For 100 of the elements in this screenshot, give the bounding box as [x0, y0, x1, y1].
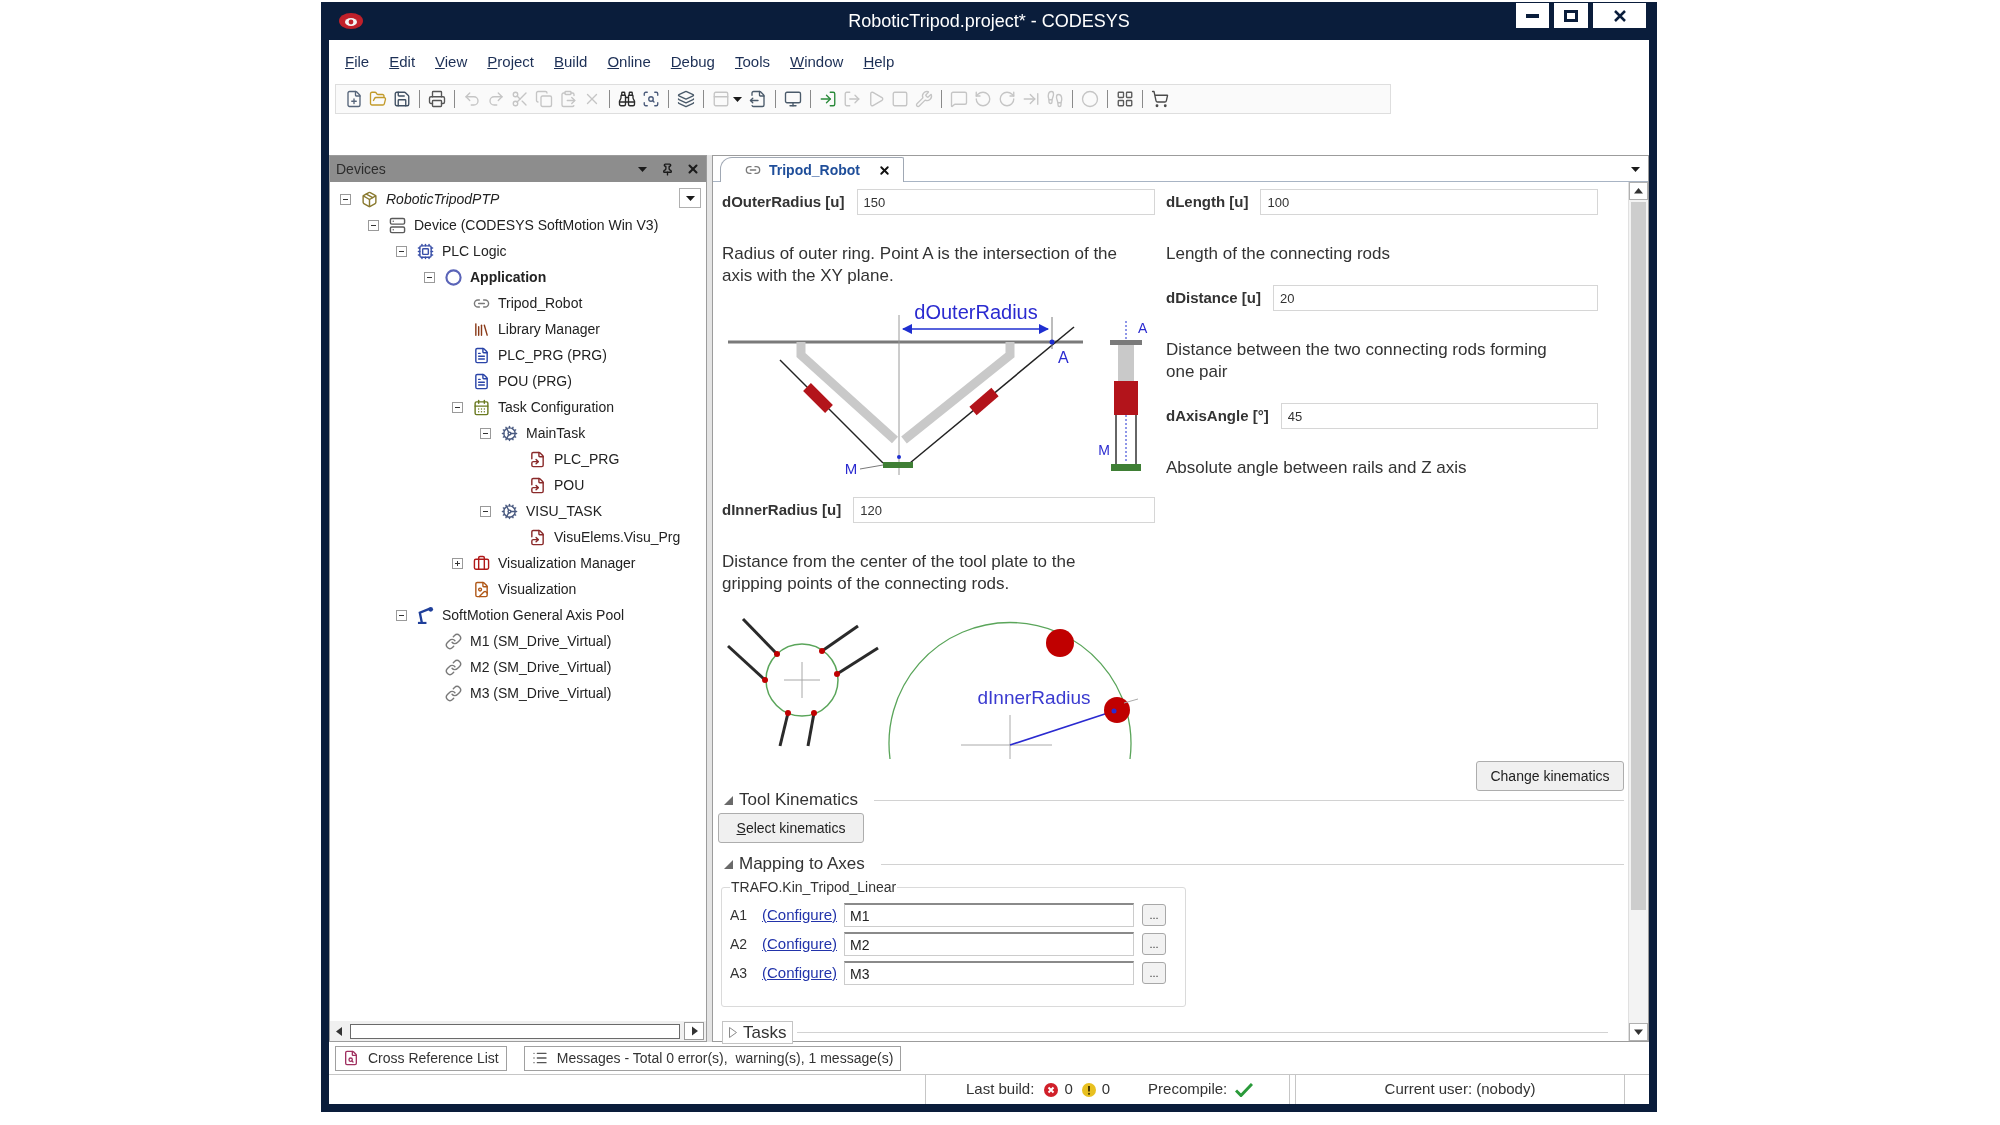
caret-icon[interactable] — [1631, 167, 1640, 172]
cart-icon[interactable] — [1151, 90, 1169, 108]
input-field[interactable]: 20 — [1273, 285, 1598, 311]
collapse-icon[interactable] — [480, 505, 491, 517]
chain-icon — [445, 658, 462, 676]
menu-item[interactable]: Project — [477, 50, 544, 74]
print-icon[interactable] — [428, 90, 446, 108]
tree-item[interactable]: Library Manager — [498, 318, 600, 340]
input-field[interactable]: M1 — [844, 903, 1135, 927]
new-file-icon[interactable] — [345, 90, 363, 108]
tree-item[interactable]: VISU_TASK — [526, 500, 602, 522]
caret-icon[interactable] — [733, 96, 742, 102]
menu-item[interactable]: Tools — [724, 50, 780, 74]
configure-link[interactable]: (Configure) — [762, 932, 838, 956]
menu-item[interactable]: Edit — [379, 50, 426, 74]
minimize-icon — [1526, 13, 1539, 18]
configure-link[interactable]: (Configure) — [762, 903, 838, 927]
login-icon[interactable] — [819, 90, 837, 108]
collapse-icon[interactable] — [340, 193, 351, 205]
tree-item[interactable]: VisuElems.Visu_Prg — [554, 526, 681, 548]
menu-item[interactable]: View — [425, 50, 478, 74]
tree-item[interactable]: SoftMotion General Axis Pool — [442, 604, 625, 626]
dropdown-button[interactable] — [679, 188, 701, 208]
tree-item[interactable]: POU (PRG) — [498, 370, 572, 392]
caret-icon[interactable] — [685, 195, 695, 201]
tree-item[interactable]: MainTask — [526, 422, 586, 444]
tree-item[interactable]: Application — [470, 266, 547, 288]
browse-button[interactable]: ... — [1142, 962, 1167, 984]
menu-item[interactable]: Debug — [660, 50, 725, 74]
tree-item[interactable]: M1 (SM_Drive_Virtual) — [470, 630, 612, 652]
collapse-icon[interactable] — [396, 609, 407, 621]
cog-icon — [501, 424, 518, 442]
input-field[interactable]: M2 — [844, 932, 1135, 956]
layers-icon[interactable] — [677, 90, 695, 108]
browse-button[interactable]: ... — [1142, 904, 1167, 926]
horizontal-scrollbar[interactable] — [330, 1021, 706, 1041]
collapse-icon[interactable] — [368, 219, 379, 231]
browse-button[interactable]: ... — [1142, 933, 1167, 955]
scrollbar-thumb[interactable] — [350, 1023, 680, 1039]
section-header[interactable]: Tasks — [722, 1021, 794, 1044]
close-button[interactable] — [1593, 3, 1646, 28]
tree-item[interactable]: POU — [554, 474, 585, 496]
tree-item[interactable]: PLC Logic — [442, 240, 507, 262]
input-field[interactable]: 45 — [1280, 403, 1598, 429]
select-kinematics-button[interactable]: Select kinematics — [718, 813, 864, 843]
configure-link[interactable]: (Configure) — [762, 961, 838, 985]
server-icon — [389, 216, 406, 234]
collapse-icon[interactable] — [396, 245, 407, 257]
tree-item[interactable]: PLC_PRG — [554, 448, 620, 470]
tree-item[interactable]: M3 (SM_Drive_Virtual) — [470, 682, 612, 704]
collapse-icon[interactable] — [724, 859, 733, 869]
menu-item[interactable]: File — [335, 50, 380, 74]
tree-item[interactable]: Tripod_Robot — [498, 292, 583, 314]
scroll-down-icon[interactable] — [1629, 1023, 1648, 1041]
document-arrow-icon — [529, 476, 546, 494]
maximize-button[interactable] — [1554, 3, 1588, 28]
menu-item[interactable]: Build — [544, 50, 598, 74]
collapse-icon[interactable] — [452, 401, 463, 413]
tree-item[interactable]: Task Configuration — [498, 396, 614, 418]
scroll-left-icon[interactable] — [336, 1026, 342, 1036]
status-text: Current user: (nobody) — [1384, 1079, 1536, 1100]
diagram-label: M — [844, 460, 858, 477]
tree-item[interactable]: PLC_PRG (PRG) — [498, 344, 607, 366]
books-icon — [473, 320, 490, 338]
collapse-icon[interactable] — [724, 795, 733, 805]
binoculars-icon[interactable] — [618, 90, 636, 108]
minimize-button[interactable] — [1516, 3, 1549, 28]
change-kinematics-button[interactable]: Change kinematics — [1476, 761, 1624, 791]
document-arrow-icon[interactable] — [749, 90, 767, 108]
tree-item[interactable]: RoboticTripodPTP — [386, 188, 500, 210]
tree-item[interactable]: Visualization — [498, 578, 577, 600]
vertical-scrollbar[interactable] — [1628, 182, 1648, 1041]
pin-icon[interactable] — [661, 162, 674, 176]
expand-icon[interactable] — [452, 557, 463, 569]
warning-count: 0 — [1101, 1079, 1111, 1100]
field-label: dLength [u] — [1166, 191, 1249, 212]
panel-tab[interactable]: Cross Reference List — [335, 1045, 507, 1071]
collapse-icon[interactable] — [480, 427, 491, 439]
scroll-up-icon[interactable] — [1629, 182, 1648, 200]
menu-item[interactable]: Online — [597, 50, 661, 74]
tree-item[interactable]: Device (CODESYS SoftMotion Win V3) — [414, 214, 659, 236]
menu-item[interactable]: Window — [780, 50, 854, 74]
tree-item[interactable]: M2 (SM_Drive_Virtual) — [470, 656, 612, 678]
grid-icon[interactable] — [1116, 90, 1134, 108]
scroll-right-icon[interactable] — [684, 1022, 704, 1040]
editor-tab[interactable]: Tripod_Robot — [720, 157, 904, 182]
input-field[interactable]: 150 — [856, 189, 1155, 215]
panel-tab[interactable]: Messages - Total 0 error(s), warning(s), 1 message(s) — [523, 1045, 902, 1071]
input-field[interactable]: 120 — [853, 497, 1155, 523]
search-icon[interactable] — [642, 90, 660, 108]
monitor-icon[interactable] — [784, 90, 802, 108]
calendar-icon — [473, 398, 490, 416]
close-icon[interactable] — [878, 163, 891, 177]
axis-label: A1 — [730, 905, 749, 925]
scrollbar-thumb[interactable] — [1631, 202, 1646, 910]
input-field[interactable]: 100 — [1260, 189, 1598, 215]
tree-item[interactable]: Visualization Manager — [498, 552, 636, 574]
input-field[interactable]: M3 — [844, 961, 1135, 985]
menu-item[interactable]: Help — [853, 50, 905, 74]
collapse-icon[interactable] — [424, 271, 435, 283]
